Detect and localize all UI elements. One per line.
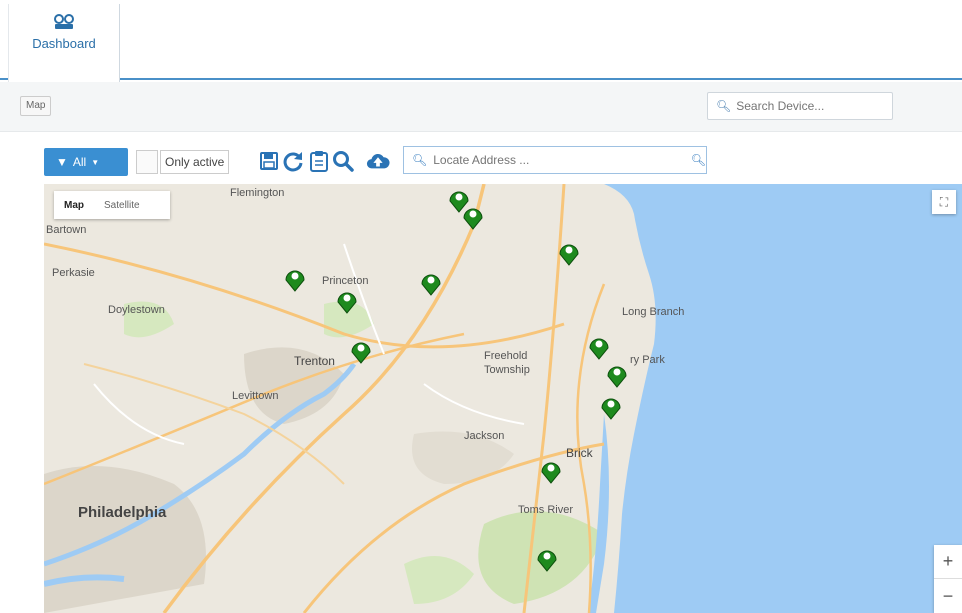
tab-dashboard[interactable]: Dashboard [8, 4, 120, 82]
cloud-upload-icon[interactable] [366, 148, 390, 174]
device-marker[interactable] [540, 458, 562, 484]
device-marker[interactable] [600, 394, 622, 420]
search-icon: 🔍︎ [716, 99, 732, 113]
place-label: Perkasie [52, 267, 95, 279]
place-label: Philadelphia [78, 504, 167, 521]
locate-search-icon[interactable]: 🔍︎ [691, 153, 706, 167]
filter-icon: ▼ [56, 155, 68, 169]
device-marker[interactable] [336, 288, 358, 314]
place-label: Township [484, 364, 530, 376]
place-label: Flemington [230, 187, 285, 199]
device-marker[interactable] [558, 240, 580, 266]
only-active-checkbox[interactable] [136, 150, 158, 174]
locate-address-box[interactable]: 🔍︎ 🔍︎ [403, 146, 707, 174]
map-type-satellite[interactable]: Satellite [94, 200, 150, 211]
map-base-layer [44, 184, 962, 613]
device-marker[interactable] [606, 362, 628, 388]
app-page: Dashboard Map 🔍︎ ▼ All ▼ Only active [0, 0, 962, 613]
place-label: Princeton [322, 275, 369, 287]
save-icon[interactable] [257, 148, 281, 174]
search-device-input[interactable] [736, 99, 887, 113]
device-marker[interactable] [284, 266, 306, 292]
place-label: Brick [566, 446, 593, 460]
device-marker[interactable] [462, 204, 484, 230]
zoom-control: + − [934, 545, 962, 613]
zoom-out-button[interactable]: − [934, 579, 962, 613]
device-marker[interactable] [350, 338, 372, 364]
place-label: Bartown [46, 224, 87, 236]
view-toolbar: Map 🔍︎ [0, 82, 962, 132]
map-type-map[interactable]: Map [54, 200, 94, 211]
map-canvas[interactable]: Map Satellite ⛶ Flemington Bartown Perka… [44, 184, 962, 613]
map-tools-bar: ▼ All ▼ Only active 🔍︎ 🔍︎ [0, 142, 962, 182]
search-icon[interactable] [331, 148, 355, 174]
place-label: Levittown [232, 390, 279, 402]
place-label: ry Park [630, 354, 665, 366]
tab-dashboard-label: Dashboard [32, 36, 96, 51]
place-label: Freehold [484, 350, 528, 362]
search-device-box[interactable]: 🔍︎ [707, 92, 893, 120]
place-label: Doylestown [108, 304, 165, 316]
place-label: Toms River [518, 504, 574, 516]
refresh-icon[interactable] [281, 148, 305, 174]
place-label: Long Branch [622, 306, 685, 318]
fullscreen-icon[interactable]: ⛶ [932, 190, 956, 214]
device-marker[interactable] [588, 334, 610, 360]
filter-label: All [72, 155, 87, 169]
map-type-control: Map Satellite [54, 191, 170, 219]
clipboard-icon[interactable] [307, 148, 331, 174]
search-icon: 🔍︎ [412, 153, 428, 167]
only-active-toggle[interactable]: Only active [136, 148, 260, 176]
device-marker[interactable] [420, 270, 442, 296]
zoom-in-button[interactable]: + [934, 545, 962, 579]
device-marker[interactable] [536, 546, 558, 572]
map-view-button[interactable]: Map [20, 96, 52, 116]
place-label: Trenton [294, 354, 335, 368]
dashboard-icon [54, 14, 74, 29]
locate-address-input[interactable] [433, 153, 691, 167]
top-tab-bar: Dashboard [0, 0, 962, 82]
filter-dropdown-button[interactable]: ▼ All ▼ [44, 148, 128, 176]
only-active-label: Only active [160, 150, 230, 174]
caret-down-icon: ▼ [91, 157, 100, 167]
place-label: Jackson [464, 430, 505, 442]
